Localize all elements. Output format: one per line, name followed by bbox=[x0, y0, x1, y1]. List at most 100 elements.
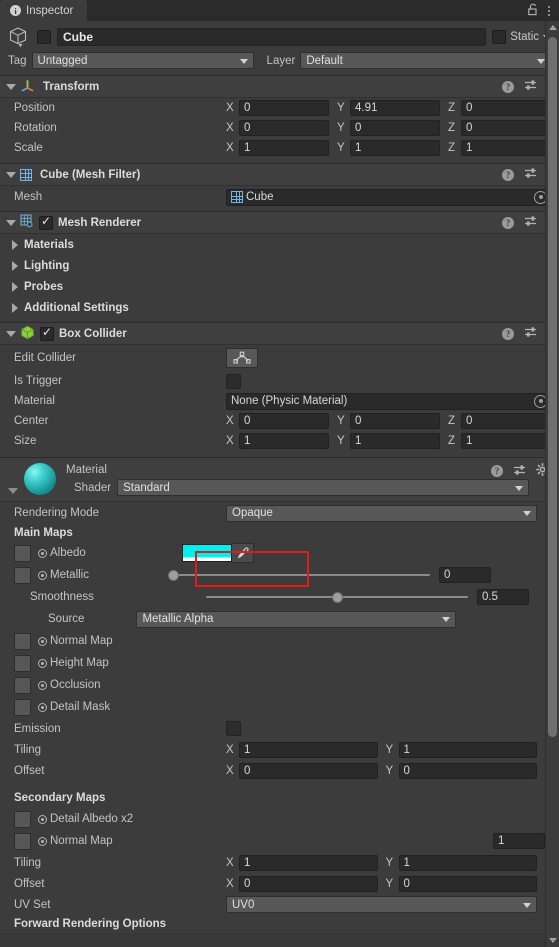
help-icon[interactable]: ? bbox=[502, 168, 514, 181]
is-trigger-checkbox[interactable] bbox=[226, 373, 241, 389]
occlusion-texture-slot[interactable] bbox=[14, 676, 31, 694]
size-x-field[interactable]: 1 bbox=[239, 433, 329, 449]
edit-collider-button[interactable] bbox=[226, 348, 258, 368]
secondary-offset-y-field[interactable]: 0 bbox=[398, 875, 537, 892]
tiling-x-field[interactable]: 1 bbox=[239, 741, 378, 758]
tiling-y-field[interactable]: 1 bbox=[398, 741, 537, 758]
size-y-field[interactable]: 1 bbox=[350, 433, 440, 449]
lock-open-icon[interactable] bbox=[527, 3, 539, 19]
position-x-field[interactable]: 0 bbox=[239, 100, 329, 116]
object-enabled-checkbox[interactable] bbox=[37, 30, 51, 44]
object-name-field[interactable]: Cube bbox=[57, 28, 487, 46]
collider-center-row: Center X 0 Y 0 Z 0 bbox=[0, 411, 559, 431]
rotation-z-field[interactable]: 0 bbox=[461, 120, 551, 136]
height-map-target-icon[interactable] bbox=[38, 658, 47, 668]
slider-knob[interactable] bbox=[167, 569, 179, 581]
detail-albedo-target-icon[interactable] bbox=[38, 814, 47, 824]
scale-z-field[interactable]: 1 bbox=[461, 140, 551, 156]
foldout-arrow-icon[interactable] bbox=[8, 488, 18, 494]
smoothness-slider[interactable] bbox=[205, 589, 468, 605]
axis-x-label: X bbox=[226, 877, 234, 890]
axis-z-label: Z bbox=[448, 122, 456, 134]
help-icon[interactable]: ? bbox=[502, 80, 514, 93]
box-collider-header[interactable]: Box Collider ? bbox=[0, 323, 559, 345]
preset-icon[interactable] bbox=[524, 79, 537, 94]
help-icon[interactable]: ? bbox=[502, 327, 514, 340]
metallic-slider[interactable] bbox=[167, 567, 430, 583]
smoothness-value-field[interactable]: 0.5 bbox=[476, 589, 529, 605]
box-collider-enabled-checkbox[interactable] bbox=[40, 325, 54, 341]
eyedropper-icon[interactable] bbox=[231, 543, 254, 563]
preset-icon[interactable] bbox=[524, 167, 537, 182]
size-z-field[interactable]: 1 bbox=[461, 433, 551, 449]
mesh-renderer-header[interactable]: Mesh Renderer ? bbox=[0, 212, 559, 234]
detail-albedo-texture-slot[interactable] bbox=[14, 810, 31, 828]
vertical-scrollbar[interactable] bbox=[545, 21, 559, 947]
metallic-target-icon[interactable] bbox=[38, 570, 47, 580]
source-dropdown[interactable]: Metallic Alpha bbox=[136, 610, 457, 628]
metallic-texture-slot[interactable] bbox=[14, 566, 31, 584]
help-icon[interactable]: ? bbox=[502, 216, 514, 229]
albedo-texture-slot[interactable] bbox=[14, 544, 31, 562]
foldout-arrow-icon[interactable] bbox=[6, 83, 16, 90]
emission-checkbox[interactable] bbox=[226, 721, 241, 736]
shader-dropdown[interactable]: Standard bbox=[117, 479, 529, 496]
normal-map-target-icon[interactable] bbox=[38, 636, 47, 646]
preset-icon[interactable] bbox=[513, 464, 526, 479]
secondary-normal-texture-slot[interactable] bbox=[14, 832, 31, 850]
offset-x-field[interactable]: 0 bbox=[239, 762, 378, 779]
center-y-field[interactable]: 0 bbox=[350, 413, 440, 429]
tag-label: Tag bbox=[8, 54, 27, 67]
normal-map-texture-slot[interactable] bbox=[14, 632, 31, 650]
foldout-arrow-icon[interactable] bbox=[6, 219, 16, 226]
metallic-value-field[interactable]: 0 bbox=[438, 567, 491, 583]
height-map-texture-slot[interactable] bbox=[14, 654, 31, 672]
position-z-field[interactable]: 0 bbox=[461, 100, 551, 116]
mesh-renderer-enabled-checkbox[interactable] bbox=[39, 214, 53, 230]
layer-dropdown[interactable]: Default bbox=[300, 52, 551, 69]
preset-icon[interactable] bbox=[524, 326, 537, 341]
foldout-lighting[interactable]: Lighting bbox=[0, 255, 559, 276]
position-y-field[interactable]: 4.91 bbox=[350, 100, 440, 116]
static-checkbox[interactable] bbox=[492, 30, 507, 44]
mesh-object-field[interactable]: Cube bbox=[226, 188, 551, 206]
preset-icon[interactable] bbox=[524, 215, 537, 230]
rendering-mode-dropdown[interactable]: Opaque bbox=[226, 504, 537, 522]
transform-header[interactable]: Transform ? bbox=[0, 76, 559, 98]
scrollbar-thumb[interactable] bbox=[548, 37, 557, 737]
secondary-tiling-x-field[interactable]: 1 bbox=[239, 854, 378, 871]
center-x-field[interactable]: 0 bbox=[239, 413, 329, 429]
material-sphere-preview bbox=[24, 463, 56, 495]
foldout-arrow-icon[interactable] bbox=[6, 171, 16, 178]
physic-material-object-field[interactable]: None (Physic Material) bbox=[226, 392, 551, 410]
mesh-filter-header[interactable]: Cube (Mesh Filter) ? bbox=[0, 164, 559, 186]
rotation-y-field[interactable]: 0 bbox=[350, 120, 440, 136]
scale-x-field[interactable]: 1 bbox=[239, 140, 329, 156]
scale-y-field[interactable]: 1 bbox=[350, 140, 440, 156]
foldout-arrow-icon[interactable] bbox=[6, 330, 16, 337]
occlusion-target-icon[interactable] bbox=[38, 680, 47, 690]
detail-mask-target-icon[interactable] bbox=[38, 702, 47, 712]
secondary-tiling-y-field[interactable]: 1 bbox=[398, 854, 537, 871]
rotation-x-field[interactable]: 0 bbox=[239, 120, 329, 136]
center-z-field[interactable]: 0 bbox=[461, 413, 551, 429]
secondary-offset-row: Offset X 0 Y 0 bbox=[0, 873, 559, 894]
foldout-additional-settings[interactable]: Additional Settings bbox=[0, 297, 559, 318]
secondary-normal-scale-field[interactable]: 1 bbox=[493, 833, 545, 849]
foldout-materials[interactable]: Materials bbox=[0, 234, 559, 255]
tab-inspector[interactable]: i Inspector bbox=[0, 0, 88, 21]
foldout-probes[interactable]: Probes bbox=[0, 276, 559, 297]
offset-y-field[interactable]: 0 bbox=[398, 762, 537, 779]
slider-knob[interactable] bbox=[331, 591, 343, 603]
secondary-offset-x-field[interactable]: 0 bbox=[239, 875, 378, 892]
help-icon[interactable]: ? bbox=[491, 465, 503, 477]
detail-mask-texture-slot[interactable] bbox=[14, 698, 31, 716]
secondary-normal-target-icon[interactable] bbox=[38, 836, 47, 846]
albedo-target-icon[interactable] bbox=[38, 548, 47, 558]
scroll-down-arrow-icon[interactable] bbox=[546, 934, 559, 947]
uv-set-dropdown[interactable]: UV0 bbox=[226, 896, 537, 913]
scroll-up-arrow-icon[interactable] bbox=[546, 21, 559, 34]
kebab-menu-icon[interactable] bbox=[548, 5, 550, 16]
tag-dropdown[interactable]: Untagged bbox=[31, 52, 254, 69]
albedo-color-swatch[interactable] bbox=[181, 544, 232, 562]
